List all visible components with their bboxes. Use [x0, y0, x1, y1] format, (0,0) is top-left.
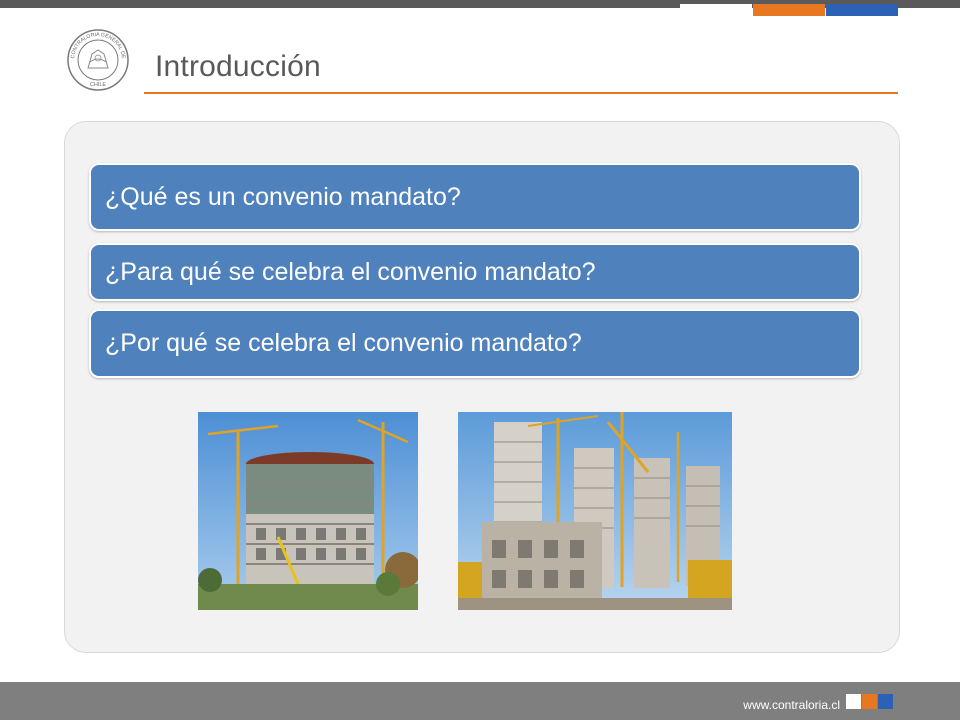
contraloria-seal-icon: CONTRALORIA GENERAL DE LA REPUBLICA CHIL…: [64, 24, 130, 92]
footer-bar: www.contraloria.cl: [0, 682, 960, 720]
page-title: Introducción: [155, 50, 321, 83]
svg-text:CHILE: CHILE: [90, 82, 107, 88]
footer-url[interactable]: www.contraloria.cl: [743, 698, 840, 712]
footer-square-orange: [862, 694, 877, 709]
question-box-3: ¿Por qué se celebra el convenio mandato?: [89, 309, 861, 378]
top-accent-blue: [826, 4, 898, 16]
top-accent-orange: [753, 4, 825, 16]
footer-square-blue: [878, 694, 893, 709]
footer-square-white: [846, 694, 861, 709]
construction-photo-round-building: [198, 412, 418, 610]
question-box-1: ¿Qué es un convenio mandato?: [89, 163, 861, 231]
question-box-2: ¿Para qué se celebra el convenio mandato…: [89, 243, 861, 301]
construction-photo-towers: [458, 412, 732, 610]
title-rule: [144, 92, 898, 94]
top-accent-white: [680, 4, 752, 16]
